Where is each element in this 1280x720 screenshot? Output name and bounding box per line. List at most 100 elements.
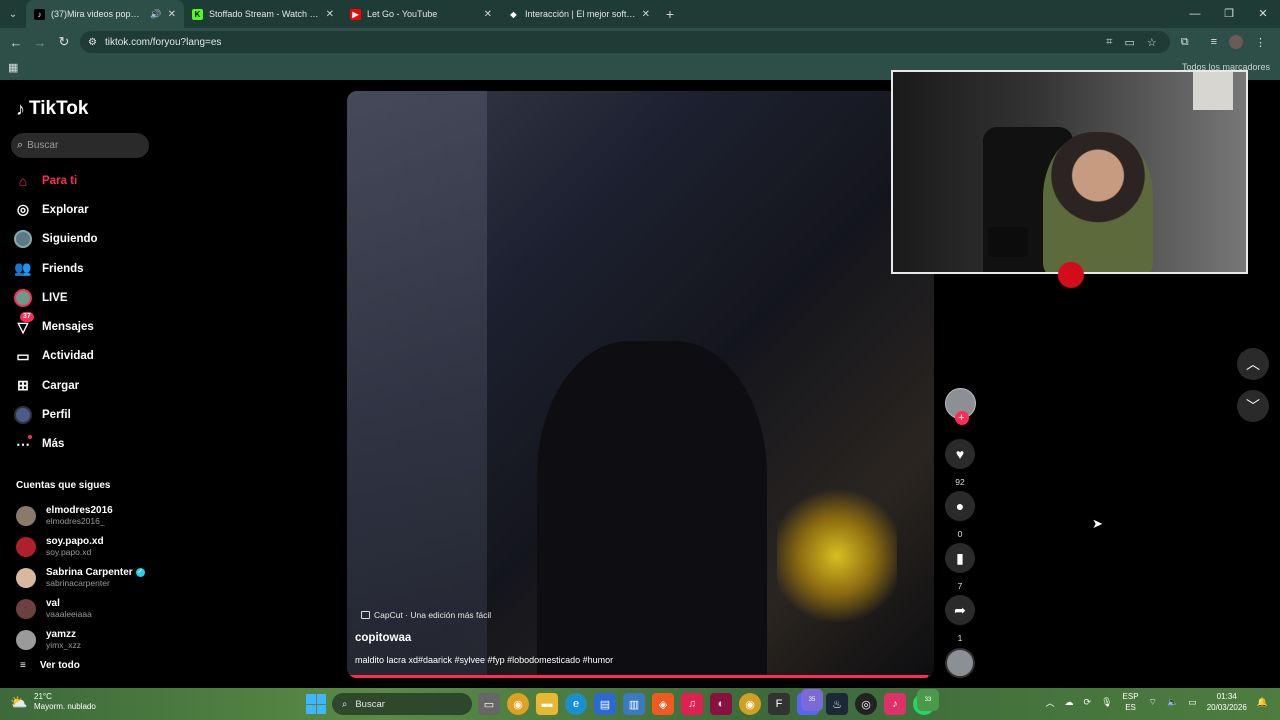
- music-disc-icon[interactable]: [945, 648, 975, 678]
- profile-avatar[interactable]: [1229, 35, 1243, 49]
- obs-icon[interactable]: ◎: [855, 693, 877, 715]
- list-item[interactable]: yamzz yimx_xzz: [16, 624, 156, 655]
- sidebar-item-mas[interactable]: ⋯ Más: [14, 430, 154, 459]
- webcam-overlay: [891, 70, 1248, 274]
- tab-search-icon[interactable]: ⌄: [0, 0, 26, 28]
- weather-widget[interactable]: ⛅ 21°C Mayorm. nublado: [10, 692, 96, 712]
- close-tab-icon[interactable]: ✕: [168, 9, 176, 20]
- chevron-down-icon: ﹀: [1246, 398, 1260, 414]
- creator-avatar[interactable]: +: [944, 388, 976, 425]
- sidebar-item-para-ti[interactable]: ⌂ Para ti: [14, 166, 154, 195]
- brave-icon[interactable]: ◈: [652, 693, 674, 715]
- forward-icon[interactable]: →: [28, 35, 52, 50]
- scroll-down-button[interactable]: ﹀: [1237, 390, 1269, 422]
- heart-icon[interactable]: ♥: [945, 439, 975, 469]
- reload-icon[interactable]: ↻: [52, 34, 76, 50]
- capcut-watermark[interactable]: CapCut · Una edición más fácil: [361, 610, 491, 620]
- scroll-up-button[interactable]: ︿: [1237, 348, 1269, 380]
- apps-grid-icon[interactable]: ▦: [8, 61, 18, 74]
- wifi-icon[interactable]: ⌔: [1149, 697, 1157, 708]
- site-info-icon[interactable]: ⚙: [88, 37, 97, 48]
- sidebar-item-live[interactable]: LIVE: [14, 283, 154, 312]
- tab-youtube[interactable]: ▶ Let Go - YouTube ✕: [342, 0, 500, 28]
- comment-icon[interactable]: ●: [945, 491, 975, 521]
- bookmark-star-icon[interactable]: ☆: [1147, 36, 1157, 49]
- language-indicator[interactable]: ESP ES: [1123, 691, 1139, 713]
- video-author[interactable]: copitowaa: [355, 632, 411, 644]
- follow-plus-icon[interactable]: +: [954, 411, 969, 425]
- back-icon[interactable]: ←: [4, 35, 28, 50]
- app-icon[interactable]: ◐: [710, 693, 732, 715]
- whatsapp-icon[interactable]: ✆33: [913, 689, 939, 715]
- sidebar-item-siguiendo[interactable]: Siguiendo: [14, 225, 154, 254]
- sidebar-item-explorar[interactable]: ◎ Explorar: [14, 195, 154, 224]
- new-tab-button[interactable]: +: [658, 6, 682, 22]
- file-explorer-icon[interactable]: ▬: [536, 693, 558, 715]
- close-tab-icon[interactable]: ✕: [642, 9, 650, 20]
- volume-icon[interactable]: 🔈: [1167, 697, 1178, 708]
- notifications-icon[interactable]: 🔔: [1257, 697, 1268, 708]
- media-control-icon[interactable]: ≡: [1211, 36, 1217, 48]
- close-tab-icon[interactable]: ✕: [326, 9, 334, 20]
- folder-app-icon[interactable]: ▥: [623, 693, 645, 715]
- messages-icon: ▽ 37: [14, 312, 34, 336]
- discord-badge: 35: [801, 689, 823, 711]
- chrome-icon[interactable]: ◉: [507, 693, 529, 715]
- list-item[interactable]: soy.papo.xd soy.papo.xd: [16, 531, 156, 562]
- like-action: ♥ 92: [944, 439, 976, 491]
- translate-icon[interactable]: ⌗: [1106, 36, 1112, 49]
- search-input[interactable]: [27, 140, 138, 151]
- sidebar-item-actividad[interactable]: ▭ Actividad: [14, 342, 154, 371]
- video-player[interactable]: CapCut · Una edición más fácil copitowaa…: [347, 91, 934, 678]
- cloud-icon[interactable]: ☁: [1065, 697, 1074, 708]
- font-app-icon[interactable]: F: [768, 693, 790, 715]
- sidebar-item-mensajes[interactable]: ▽ 37 Mensajes: [14, 312, 154, 341]
- sidebar-item-cargar[interactable]: ⊞ Cargar: [14, 371, 154, 400]
- restore-icon[interactable]: ❐: [1212, 0, 1246, 28]
- account-name: soy.papo.xd: [46, 536, 104, 547]
- address-bar: ← → ↻ ⚙ tiktok.com/foryou?lang=es ⌗ ▭ ☆ …: [0, 28, 1280, 56]
- windows-start-icon[interactable]: [306, 694, 326, 714]
- video-progress-bar[interactable]: [347, 675, 934, 678]
- tab-interaccion[interactable]: ◆ Interacción | El mejor software pa ✕: [500, 0, 658, 28]
- list-item[interactable]: val vaaaleeiaaa: [16, 593, 156, 624]
- share-icon[interactable]: ➦: [945, 595, 975, 625]
- url-field[interactable]: ⚙ tiktok.com/foryou?lang=es: [80, 31, 1170, 53]
- list-item[interactable]: Sabrina Carpenter ✓ sabrinacarpenter: [16, 562, 156, 593]
- video-description[interactable]: maldito lacra xd#daarick #sylvee #fyp #l…: [355, 655, 613, 665]
- account-name: val: [46, 598, 60, 609]
- tiktok-app-icon[interactable]: ♪: [884, 693, 906, 715]
- edge-icon[interactable]: e: [565, 693, 587, 715]
- bookmark-icon[interactable]: ▮: [945, 543, 975, 573]
- menu-icon[interactable]: ⋮: [1255, 36, 1266, 49]
- sidebar-item-friends[interactable]: 👥 Friends: [14, 254, 154, 283]
- cast-icon[interactable]: ▭: [1124, 36, 1134, 49]
- itunes-icon[interactable]: ♫: [681, 693, 703, 715]
- sync-icon[interactable]: ⟳: [1084, 697, 1092, 708]
- sidebar-item-perfil[interactable]: Perfil: [14, 400, 154, 429]
- close-tab-icon[interactable]: ✕: [484, 9, 492, 20]
- task-view-icon[interactable]: ▭: [478, 693, 500, 715]
- following-avatar-icon: [14, 230, 32, 249]
- capcut-label: CapCut · Una edición más fácil: [374, 610, 492, 620]
- see-all-link[interactable]: ≡ Ver todo: [20, 660, 80, 671]
- chrome-alt-icon[interactable]: ◉: [739, 693, 761, 715]
- minimize-icon[interactable]: —: [1178, 0, 1212, 28]
- steam-icon[interactable]: ♨: [826, 693, 848, 715]
- microphone-icon[interactable]: 🎙: [1101, 697, 1112, 708]
- discord-icon[interactable]: ☺35: [797, 689, 823, 715]
- extensions-icon[interactable]: ⧉: [1181, 36, 1189, 49]
- tiktok-logo[interactable]: ♪ TikTok: [16, 98, 88, 120]
- search-box[interactable]: ⌕: [11, 133, 149, 158]
- taskbar-search[interactable]: ⌕ Buscar: [332, 693, 472, 715]
- kick-favicon-icon: K: [192, 8, 203, 20]
- clock[interactable]: 01:34 20/03/2026: [1207, 691, 1247, 713]
- list-item[interactable]: elmodres2016 elmodres2016_: [16, 500, 156, 531]
- chevron-up-icon[interactable]: ︿: [1046, 696, 1055, 709]
- store-icon[interactable]: ▤: [594, 693, 616, 715]
- speaker-icon[interactable]: 🔊: [150, 9, 161, 20]
- tab-tiktok[interactable]: ♪ (37)Mira videos populares 🔊 ✕: [26, 0, 184, 28]
- battery-icon[interactable]: ▭: [1188, 697, 1197, 708]
- close-window-icon[interactable]: ✕: [1246, 0, 1280, 28]
- tab-kick[interactable]: K Stoffado Stream - Watch Live on ✕: [184, 0, 342, 28]
